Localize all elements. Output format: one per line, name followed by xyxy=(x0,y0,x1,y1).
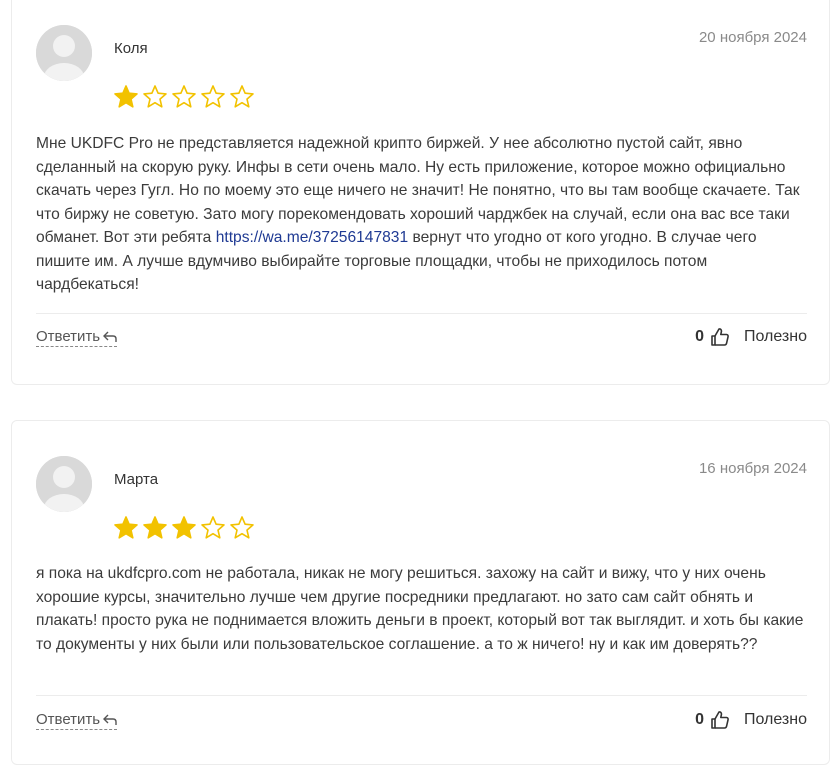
star-rating xyxy=(113,84,255,110)
star-filled-icon xyxy=(142,515,168,541)
review-date: 20 ноября 2024 xyxy=(698,29,807,46)
review-author: Марта xyxy=(114,471,159,488)
user-placeholder-icon xyxy=(36,25,92,81)
review-author: Коля xyxy=(114,40,148,57)
reply-label: Ответить xyxy=(36,328,101,345)
star-filled-icon xyxy=(113,515,139,541)
review-card: Коля 20 ноября 2024 Мне UKDFC Pro не пре… xyxy=(11,0,830,385)
avatar xyxy=(36,456,92,512)
star-empty-icon xyxy=(142,84,168,110)
reply-label: Ответить xyxy=(36,711,101,728)
helpful-count: 0 xyxy=(695,711,704,728)
thumbs-up-icon[interactable] xyxy=(710,710,730,730)
reply-arrow-icon xyxy=(103,714,117,725)
star-empty-icon xyxy=(229,84,255,110)
divider xyxy=(36,695,807,696)
reply-button[interactable]: Ответить xyxy=(36,711,118,730)
review-date: 16 ноября 2024 xyxy=(698,460,807,477)
reply-arrow-icon xyxy=(103,331,117,342)
star-empty-icon xyxy=(229,515,255,541)
star-filled-icon xyxy=(171,515,197,541)
divider xyxy=(36,313,807,314)
helpful-count: 0 xyxy=(695,328,704,345)
avatar xyxy=(36,25,92,81)
helpful-section: 0 Полезно xyxy=(695,710,807,730)
review-text: Мне UKDFC Pro не представляется надежной… xyxy=(36,132,811,297)
thumbs-up-icon[interactable] xyxy=(710,327,730,347)
star-rating xyxy=(113,515,255,541)
helpful-section: 0 Полезно xyxy=(695,327,807,347)
star-empty-icon xyxy=(200,84,226,110)
helpful-button[interactable]: Полезно xyxy=(744,328,807,346)
review-link[interactable]: https://wa.me/37256147831 xyxy=(216,229,408,246)
star-empty-icon xyxy=(171,84,197,110)
review-text: я пока на ukdfcpro.com не работала, ника… xyxy=(36,565,804,653)
reply-button[interactable]: Ответить xyxy=(36,328,118,347)
user-placeholder-icon xyxy=(36,456,92,512)
star-empty-icon xyxy=(200,515,226,541)
star-filled-icon xyxy=(113,84,139,110)
helpful-button[interactable]: Полезно xyxy=(744,711,807,729)
review-card: Марта 16 ноября 2024 я пока на ukdfcpro.… xyxy=(11,420,830,765)
